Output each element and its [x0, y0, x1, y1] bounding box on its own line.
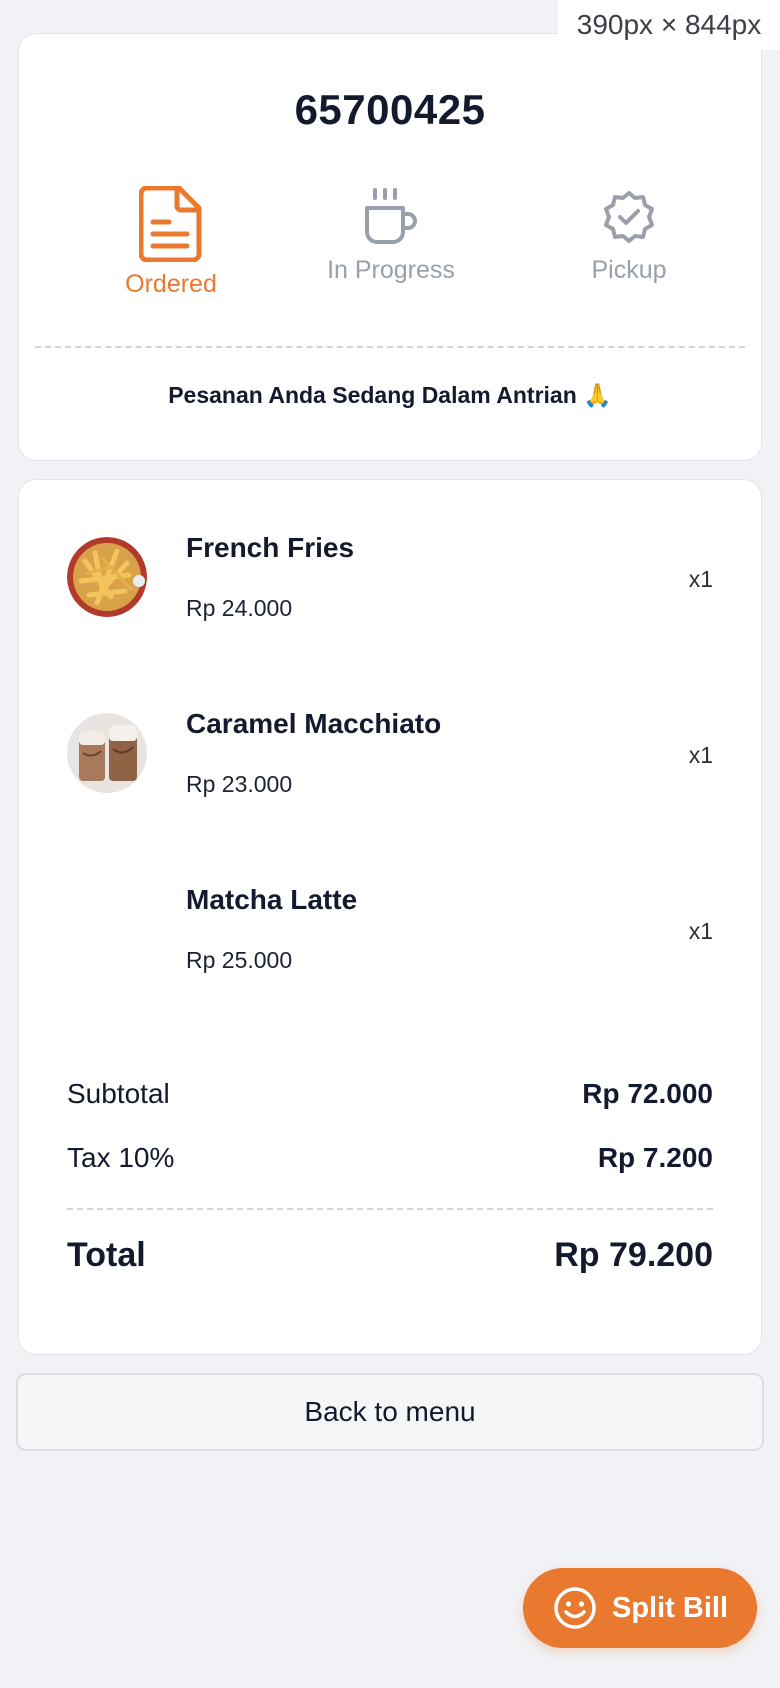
document-icon — [139, 186, 202, 262]
back-to-menu-button[interactable]: Back to menu — [16, 1373, 764, 1451]
step-in-progress: In Progress — [271, 186, 511, 285]
item-price: Rp 24.000 — [186, 595, 293, 621]
step-ordered: Ordered — [51, 186, 291, 299]
step-label-pickup: Pickup — [591, 256, 667, 284]
subtotal-row: Subtotal Rp 72.000 — [67, 1078, 713, 1110]
tax-value: Rp 7.200 — [597, 1142, 713, 1173]
check-badge-icon — [604, 191, 654, 243]
coffee-cup-icon — [365, 188, 417, 244]
order-status-card: 65700425 Ordered In Progress Pickup Pesa… — [18, 33, 762, 461]
split-bill-button[interactable]: Split Bill — [523, 1568, 757, 1648]
item-quantity: x1 — [688, 918, 713, 944]
step-pickup: Pickup — [509, 186, 749, 285]
item-price: Rp 25.000 — [186, 947, 293, 973]
caramel-macchiato-thumbnail — [67, 713, 147, 793]
order-item: French Fries Rp 24.000 x1 — [19, 480, 761, 640]
status-message: Pesanan Anda Sedang Dalam Antrian 🙏 — [168, 382, 612, 408]
item-quantity: x1 — [688, 566, 713, 592]
status-divider — [35, 346, 745, 348]
item-name: French Fries — [186, 532, 355, 563]
french-fries-thumbnail — [67, 537, 147, 617]
total-value: Rp 79.200 — [554, 1236, 713, 1274]
order-item: Caramel Macchiato Rp 23.000 x1 — [19, 656, 761, 816]
step-label-ordered: Ordered — [125, 270, 217, 298]
total-label: Total — [67, 1236, 146, 1274]
item-price: Rp 23.000 — [186, 771, 293, 797]
tax-label: Tax 10% — [67, 1142, 175, 1173]
total-row: Total Rp 79.200 — [67, 1236, 713, 1275]
viewport-size-badge: 390px × 844px — [558, 0, 780, 50]
subtotal-value: Rp 72.000 — [582, 1078, 713, 1109]
step-label-in-progress: In Progress — [327, 256, 455, 284]
order-number: 65700425 — [294, 86, 486, 133]
subtotal-label: Subtotal — [67, 1078, 170, 1109]
tax-row: Tax 10% Rp 7.200 — [67, 1142, 713, 1174]
order-item: Matcha Latte Rp 25.000 x1 — [19, 832, 761, 992]
split-bill-label: Split Bill — [612, 1591, 728, 1624]
smiley-icon — [554, 1587, 596, 1629]
item-quantity: x1 — [688, 742, 713, 768]
summary-divider — [67, 1208, 713, 1210]
order-items-card: French Fries Rp 24.000 x1 Caramel Macchi… — [18, 479, 762, 1355]
item-name: Caramel Macchiato — [186, 708, 442, 739]
item-name: Matcha Latte — [186, 884, 358, 915]
